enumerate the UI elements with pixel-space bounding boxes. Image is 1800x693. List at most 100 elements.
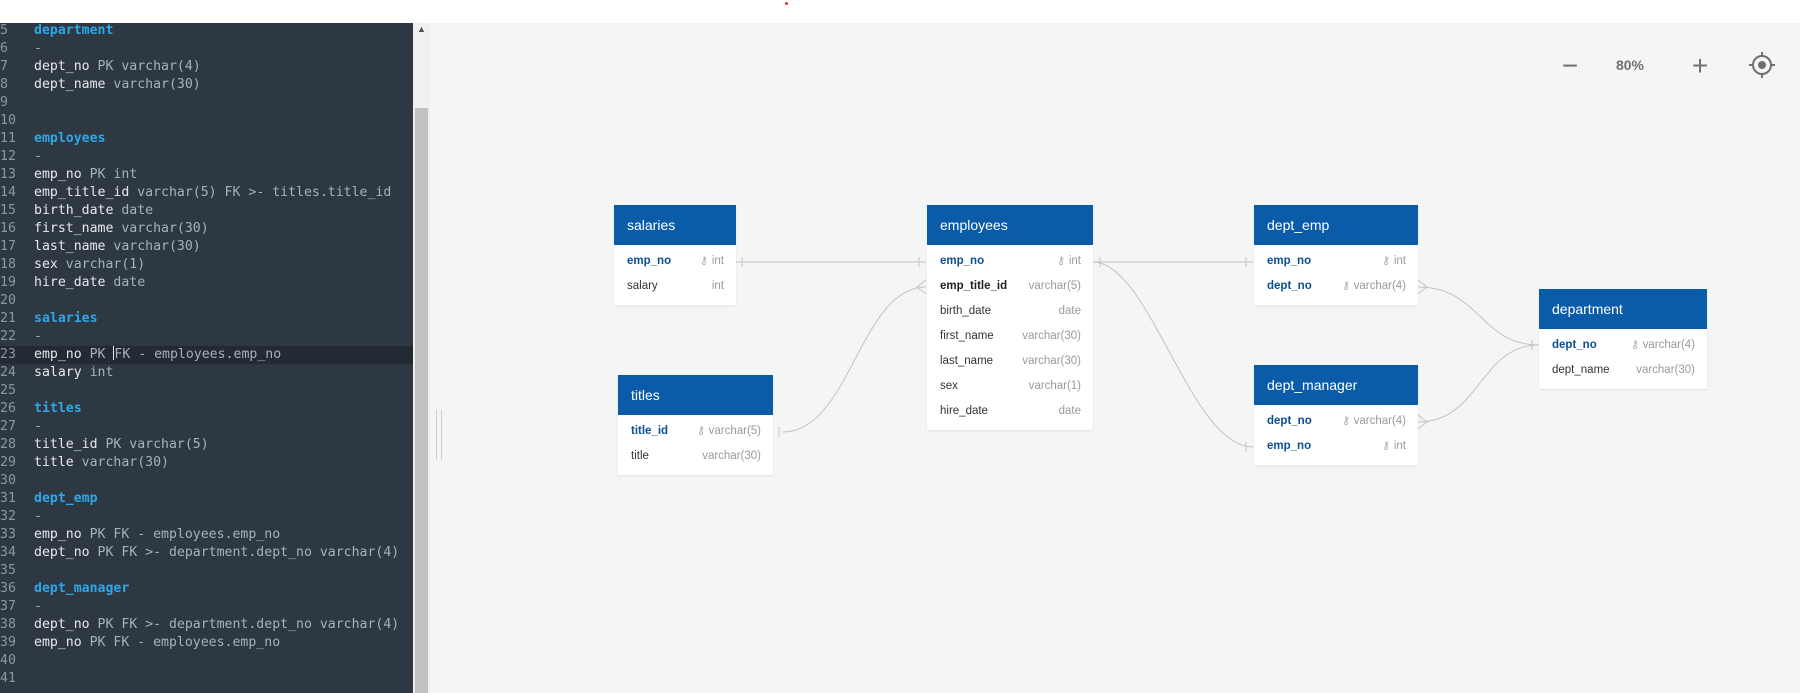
field-type: date — [1058, 305, 1081, 317]
table-title[interactable]: titles — [618, 375, 773, 415]
code-line[interactable]: 24 salary int — [0, 364, 413, 382]
code-line[interactable]: 15 birth_date date — [0, 202, 413, 220]
code-line[interactable]: 21 salaries — [0, 310, 413, 328]
field-token: sex — [34, 257, 58, 272]
field-row[interactable]: sex varchar(1) — [927, 374, 1093, 399]
status-dot — [785, 2, 788, 5]
code-line[interactable]: 41 — [0, 670, 413, 688]
code-line[interactable]: 17 last_name varchar(30) — [0, 238, 413, 256]
zoom-in-button[interactable]: + — [1685, 52, 1715, 82]
field-row[interactable]: birth_date date — [927, 299, 1093, 324]
scrollbar-thumb[interactable] — [415, 108, 428, 693]
code-line[interactable]: 32 - — [0, 508, 413, 526]
field-type: int — [1393, 255, 1406, 267]
code-line[interactable]: 29 title varchar(30) — [0, 454, 413, 472]
code-text: dept_emp — [34, 490, 98, 508]
code-line[interactable]: 33 emp_no PK FK - employees.emp_no — [0, 526, 413, 544]
code-line[interactable]: 40 — [0, 652, 413, 670]
table-card-employees[interactable]: employees emp_no int ⚷ emp_title_id varchar(5… — [927, 205, 1093, 430]
type-token: varchar(30) — [105, 239, 201, 254]
table-card-dept-manager[interactable]: dept_manager dept_no varchar(4) ⚷ emp_no int ⚷ — [1254, 365, 1418, 465]
field-row[interactable]: dept_no varchar(4) ⚷ — [1539, 333, 1707, 358]
line-number: 31 — [0, 491, 16, 506]
code-line[interactable]: 11 employees — [0, 130, 413, 148]
pane-splitter[interactable] — [430, 23, 450, 693]
table-title[interactable]: salaries — [614, 205, 736, 245]
code-line[interactable]: 5 department — [0, 23, 413, 40]
code-line[interactable]: 36 dept_manager — [0, 580, 413, 598]
code-line[interactable]: 19 hire_date date — [0, 274, 413, 292]
code-line[interactable]: 18 sex varchar(1) — [0, 256, 413, 274]
code-line[interactable]: 14 emp_title_id varchar(5) FK >- titles.t… — [0, 184, 413, 202]
field-type: varchar(30) — [1022, 355, 1081, 367]
table-title[interactable]: dept_emp — [1254, 205, 1418, 245]
table-card-salaries[interactable]: salaries emp_no int ⚷ salary int — [614, 205, 736, 305]
table-card-dept-emp[interactable]: dept_emp emp_no int ⚷ dept_no varchar(4) ⚷ — [1254, 205, 1418, 305]
code-line[interactable]: 13 emp_no PK int — [0, 166, 413, 184]
type-token: varchar(5) FK >- titles.title_id — [129, 185, 392, 200]
table-title[interactable]: employees — [927, 205, 1093, 245]
line-number: 16 — [0, 221, 16, 236]
field-row[interactable]: emp_title_id varchar(5) — [927, 274, 1093, 299]
scroll-up-arrow-icon[interactable]: ▲ — [416, 24, 427, 35]
code-line[interactable]: 10 — [0, 112, 413, 130]
field-row[interactable]: hire_date date — [927, 399, 1093, 424]
table-card-titles[interactable]: titles title_id varchar(5) ⚷ title varchar(30… — [618, 375, 773, 475]
field-row[interactable]: title varchar(30) — [618, 444, 773, 469]
line-number: 19 — [0, 275, 16, 290]
code-line[interactable]: 7 dept_no PK varchar(4) — [0, 58, 413, 76]
code-line[interactable]: 37 - — [0, 598, 413, 616]
type-token: FK - employees.emp_no — [114, 347, 282, 362]
code-line[interactable]: 8 dept_name varchar(30) — [0, 76, 413, 94]
field-row[interactable]: dept_no varchar(4) ⚷ — [1254, 274, 1418, 299]
recenter-button[interactable] — [1747, 50, 1777, 80]
type-token: - — [34, 419, 42, 434]
editor-scrollbar[interactable]: ▲ — [413, 23, 430, 693]
table-card-department[interactable]: department dept_no varchar(4) ⚷ dept_name var… — [1539, 289, 1707, 389]
code-line[interactable]: 25 — [0, 382, 413, 400]
code-text: dept_no PK FK >- department.dept_no varc… — [34, 544, 399, 562]
code-line[interactable]: 9 — [0, 94, 413, 112]
code-line[interactable]: 16 first_name varchar(30) — [0, 220, 413, 238]
type-token: PK int — [81, 167, 138, 182]
field-type: date — [1058, 405, 1081, 417]
line-number: 37 — [0, 599, 16, 614]
code-text: - — [34, 418, 42, 436]
field-row[interactable]: emp_no int ⚷ — [1254, 249, 1418, 274]
line-number: 11 — [0, 131, 16, 146]
line-number: 38 — [0, 617, 16, 632]
schema-code-editor[interactable]: 5 department 6-7 dept_no PK varchar(4) 8 dept… — [0, 23, 413, 693]
code-line[interactable]: 31 dept_emp — [0, 490, 413, 508]
code-line[interactable]: 38 dept_no PK FK >- department.dept_no va… — [0, 616, 413, 634]
table-fields: dept_no varchar(4) ⚷ emp_no int ⚷ — [1254, 405, 1418, 465]
code-line[interactable]: 28 title_id PK varchar(5) — [0, 436, 413, 454]
code-line[interactable]: 39 emp_no PK FK - employees.emp_no — [0, 634, 413, 652]
line-number: 35 — [0, 563, 16, 578]
field-row[interactable]: title_id varchar(5) ⚷ — [618, 419, 773, 444]
code-text: emp_no PK int — [34, 166, 137, 184]
table-title[interactable]: department — [1539, 289, 1707, 329]
code-line[interactable]: 34 dept_no PK FK >- department.dept_no va… — [0, 544, 413, 562]
code-line[interactable]: 30 — [0, 472, 413, 490]
code-line[interactable]: 35 — [0, 562, 413, 580]
table-title[interactable]: dept_manager — [1254, 365, 1418, 405]
splitter-handle[interactable] — [436, 410, 442, 460]
code-line[interactable]: 22 - — [0, 328, 413, 346]
field-row[interactable]: last_name varchar(30) — [927, 349, 1093, 374]
code-line[interactable]: 12 - — [0, 148, 413, 166]
code-line[interactable]: 26 titles — [0, 400, 413, 418]
field-row[interactable]: dept_name varchar(30) — [1539, 358, 1707, 383]
field-row[interactable]: dept_no varchar(4) ⚷ — [1254, 409, 1418, 434]
code-line[interactable]: 23 emp_no PK FK - employees.emp_no — [0, 346, 413, 364]
field-row[interactable]: emp_no int ⚷ — [927, 249, 1093, 274]
field-row[interactable]: emp_no int ⚷ — [1254, 434, 1418, 459]
zoom-out-button[interactable]: − — [1555, 52, 1585, 82]
link-titles-employees — [782, 286, 927, 433]
code-line[interactable]: 20 — [0, 292, 413, 310]
field-type: int — [1393, 440, 1406, 452]
field-row[interactable]: emp_no int ⚷ — [614, 249, 736, 274]
field-row[interactable]: salary int — [614, 274, 736, 299]
field-row[interactable]: first_name varchar(30) — [927, 324, 1093, 349]
code-line[interactable]: 27 - — [0, 418, 413, 436]
code-line[interactable]: 6- — [0, 40, 413, 58]
